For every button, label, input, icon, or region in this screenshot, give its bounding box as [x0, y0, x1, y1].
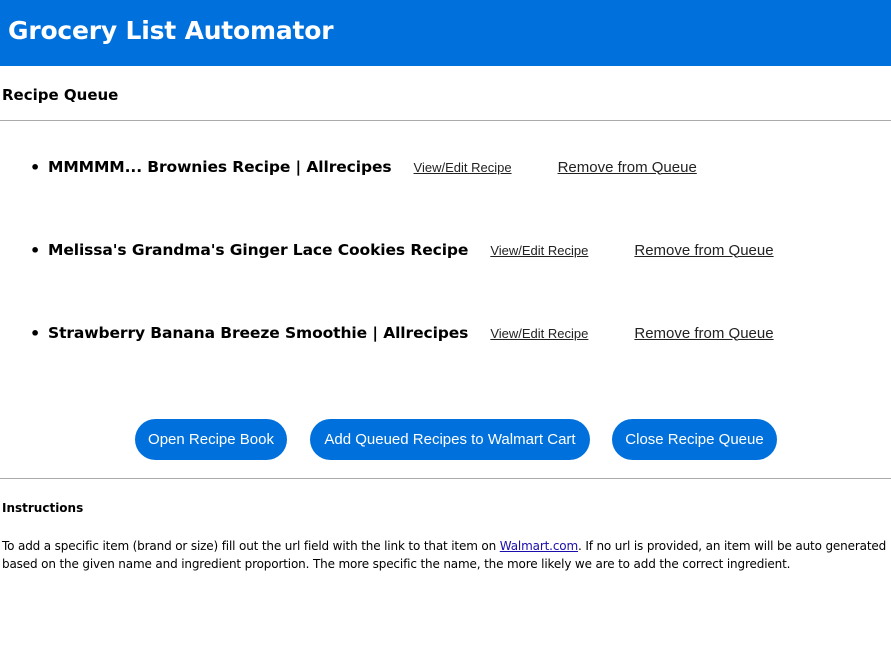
open-recipe-book-button[interactable]: Open Recipe Book [135, 419, 287, 460]
instructions-text-before: To add a specific item (brand or size) f… [2, 539, 500, 553]
remove-from-queue-link[interactable]: Remove from Queue [558, 159, 697, 176]
divider [0, 478, 891, 479]
add-to-walmart-cart-button[interactable]: Add Queued Recipes to Walmart Cart [310, 419, 590, 460]
recipe-name: Strawberry Banana Breeze Smoothie | Allr… [48, 324, 469, 342]
queue-item: • Strawberry Banana Breeze Smoothie | Al… [30, 321, 774, 345]
bullet-icon: • [30, 240, 41, 260]
view-edit-recipe-link[interactable]: View/Edit Recipe [414, 160, 512, 175]
divider [0, 120, 891, 121]
app-header: Grocery List Automator [0, 0, 891, 66]
remove-from-queue-link[interactable]: Remove from Queue [634, 325, 773, 342]
bullet-icon: • [30, 157, 41, 177]
instructions-text: To add a specific item (brand or size) f… [2, 537, 891, 573]
queue-item: • Melissa's Grandma's Ginger Lace Cookie… [30, 238, 774, 262]
close-recipe-queue-button[interactable]: Close Recipe Queue [612, 419, 777, 460]
bullet-icon: • [30, 323, 41, 343]
recipe-name: MMMMM... Brownies Recipe | Allrecipes [48, 158, 392, 176]
walmart-link[interactable]: Walmart.com [500, 539, 578, 553]
recipe-queue-heading: Recipe Queue [2, 86, 119, 104]
instructions-heading: Instructions [2, 501, 84, 515]
view-edit-recipe-link[interactable]: View/Edit Recipe [490, 243, 588, 258]
app-title: Grocery List Automator [8, 16, 334, 45]
view-edit-recipe-link[interactable]: View/Edit Recipe [490, 326, 588, 341]
queue-item: • MMMMM... Brownies Recipe | Allrecipes … [30, 155, 697, 179]
recipe-name: Melissa's Grandma's Ginger Lace Cookies … [48, 241, 469, 259]
remove-from-queue-link[interactable]: Remove from Queue [634, 242, 773, 259]
